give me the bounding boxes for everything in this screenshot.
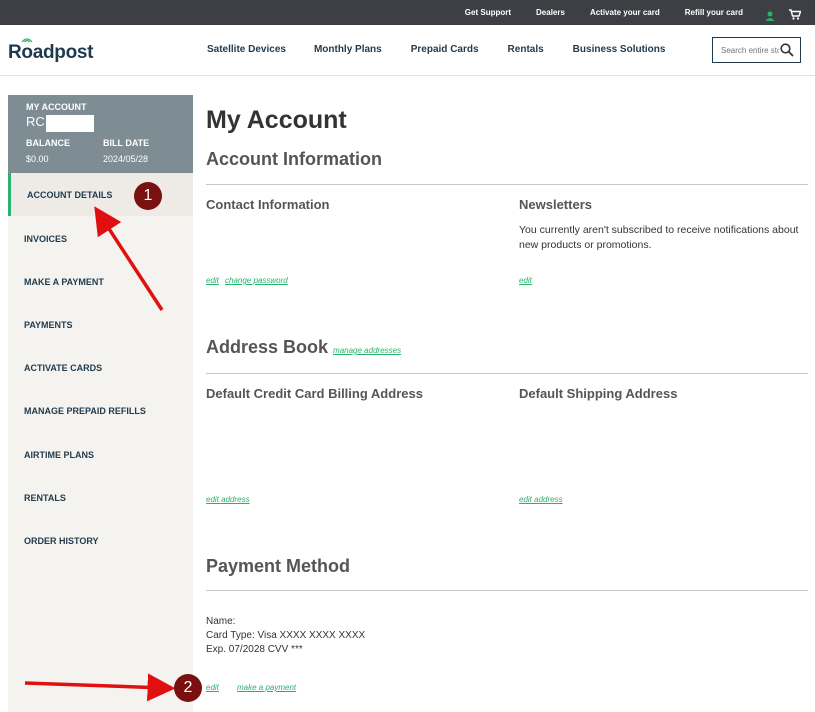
- annotation-badge-1: 1: [134, 182, 162, 210]
- sidebar-item-airtime-plans[interactable]: AIRTIME PLANS: [24, 450, 94, 460]
- balance-label: BALANCE: [26, 138, 70, 148]
- newsletters-status-text: You currently aren't subscribed to recei…: [519, 224, 799, 251]
- contact-information-heading: Contact Information: [206, 197, 330, 212]
- page-title: My Account: [206, 106, 347, 134]
- billing-address-heading: Default Credit Card Billing Address: [206, 386, 423, 401]
- refill-card-link[interactable]: Refill your card: [685, 8, 743, 17]
- account-sidebar: MY ACCOUNT RC BALANCE $0.00 BILL DATE 20…: [8, 95, 193, 712]
- nav-monthly-plans[interactable]: Monthly Plans: [314, 44, 382, 55]
- my-account-label: MY ACCOUNT: [26, 102, 87, 112]
- site-header: Roadpost Satellite Devices Monthly Plans…: [0, 25, 815, 76]
- sidebar-item-account-details[interactable]: ACCOUNT DETAILS: [27, 190, 112, 200]
- bill-date-label: BILL DATE: [103, 138, 150, 148]
- sidebar-item-activate-cards[interactable]: ACTIVATE CARDS: [24, 363, 102, 373]
- contact-edit-link[interactable]: edit: [206, 276, 219, 285]
- page: Get Support Dealers Activate your card R…: [0, 0, 815, 712]
- sidebar-item-rentals[interactable]: RENTALS: [24, 493, 66, 503]
- newsletters-edit-link[interactable]: edit: [519, 276, 532, 285]
- billing-edit-address-link[interactable]: edit address: [206, 495, 250, 504]
- roadpost-logo[interactable]: Roadpost: [8, 38, 108, 63]
- payment-edit-link[interactable]: edit: [206, 683, 219, 692]
- payment-name: Name:: [206, 616, 236, 627]
- payment-method-heading: Payment Method: [206, 556, 351, 576]
- activate-card-link[interactable]: Activate your card: [590, 8, 660, 17]
- shipping-address-heading: Default Shipping Address: [519, 386, 678, 401]
- shipping-edit-address-link[interactable]: edit address: [519, 495, 563, 504]
- get-support-link[interactable]: Get Support: [465, 8, 511, 17]
- search-icon[interactable]: [780, 43, 794, 57]
- annotation-badge-2: 2: [174, 674, 202, 702]
- account-summary: MY ACCOUNT RC BALANCE $0.00 BILL DATE 20…: [8, 95, 193, 173]
- make-a-payment-link[interactable]: make a payment: [237, 683, 296, 692]
- logo-text: Roadpost: [8, 42, 94, 63]
- redacted-account-number: [46, 115, 94, 132]
- nav-rentals[interactable]: Rentals: [508, 44, 544, 55]
- sidebar-item-order-history[interactable]: ORDER HISTORY: [24, 536, 99, 546]
- top-utility-bar: Get Support Dealers Activate your card R…: [0, 0, 815, 25]
- sidebar-item-invoices[interactable]: INVOICES: [24, 234, 67, 244]
- nav-satellite-devices[interactable]: Satellite Devices: [207, 44, 286, 55]
- cart-icon[interactable]: [789, 7, 802, 20]
- manage-addresses-link[interactable]: manage addresses: [333, 346, 401, 355]
- newsletters-heading: Newsletters: [519, 197, 592, 212]
- dealers-link[interactable]: Dealers: [536, 8, 565, 17]
- search-input[interactable]: [721, 45, 779, 55]
- nav-business-solutions[interactable]: Business Solutions: [573, 44, 666, 55]
- divider: [206, 590, 808, 591]
- balance-value: $0.00: [26, 154, 49, 164]
- user-icon[interactable]: [765, 8, 775, 21]
- divider: [206, 184, 808, 185]
- search-box: [712, 37, 801, 63]
- payment-expiry: Exp. 07/2028 CVV ***: [206, 644, 303, 655]
- divider: [206, 373, 808, 374]
- bill-date-value: 2024/05/28: [103, 154, 149, 164]
- account-id: RC: [26, 114, 45, 129]
- nav-prepaid-cards[interactable]: Prepaid Cards: [411, 44, 479, 55]
- main-nav: Satellite Devices Monthly Plans Prepaid …: [207, 44, 665, 55]
- change-password-link[interactable]: change password: [225, 276, 288, 285]
- account-information-heading: Account Information: [206, 149, 382, 169]
- sidebar-item-manage-prepaid-refills[interactable]: MANAGE PREPAID REFILLS: [24, 406, 146, 416]
- address-book-title: Address Book: [206, 337, 329, 357]
- sidebar-item-payments[interactable]: PAYMENTS: [24, 320, 73, 330]
- sidebar-item-make-a-payment[interactable]: MAKE A PAYMENT: [24, 277, 104, 287]
- payment-card-type: Card Type: Visa XXXX XXXX XXXX: [206, 630, 366, 641]
- address-book-heading: Address Book manage addresses: [206, 337, 401, 358]
